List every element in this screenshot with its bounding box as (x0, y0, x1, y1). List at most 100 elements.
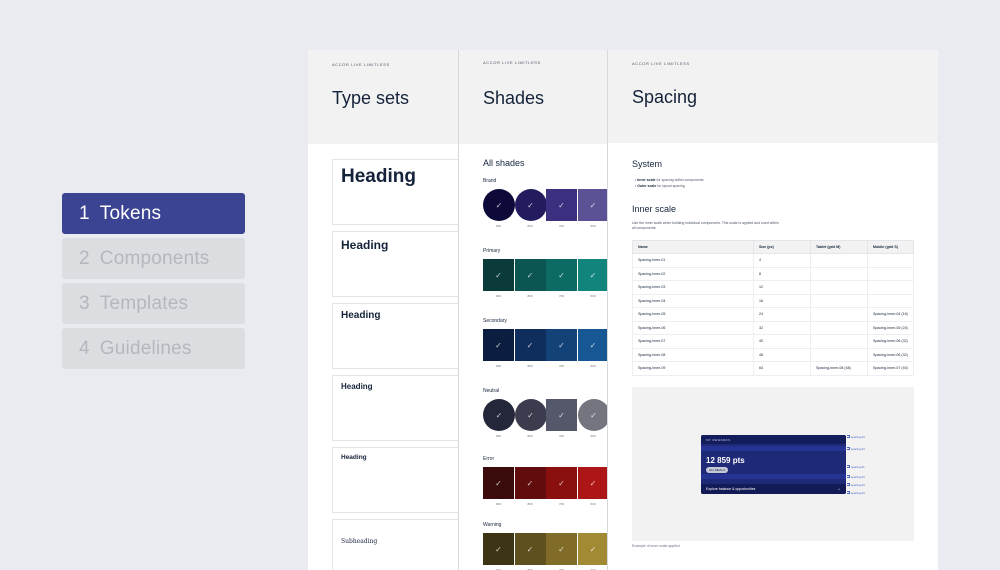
check-icon: ✓ (558, 270, 565, 280)
brand-label: ACCOR LIVE LIMITLESS (483, 60, 541, 65)
color-swatch[interactable]: ✓ (577, 467, 608, 499)
color-swatch[interactable]: ✓ (577, 189, 608, 221)
check-icon: ✓ (526, 340, 534, 350)
swatch-code: 700 (558, 502, 564, 506)
shade-group-label: Error (483, 456, 495, 462)
color-swatch[interactable]: ✓ (577, 259, 608, 291)
type-sample-text: Heading (341, 310, 381, 321)
brand-label: ACCOR LIVE LIMITLESS (332, 62, 390, 67)
check-icon: ✓ (526, 478, 534, 488)
column-header: Size (px) (753, 240, 811, 254)
swatch-code: 900 (495, 224, 501, 228)
nav-item-number: 3 (79, 292, 90, 314)
table-cell: Spacing-inner-05 (632, 307, 754, 322)
color-swatch[interactable]: ✓ (483, 329, 514, 361)
color-swatch[interactable]: ✓ (514, 259, 546, 291)
check-icon: ✓ (495, 270, 502, 280)
shade-group-label: Warning (483, 522, 502, 528)
color-swatch[interactable]: ✓ (483, 189, 515, 221)
table-cell: 12 (753, 280, 811, 295)
inner-scale-description: Use the inner scale when building indivi… (632, 221, 779, 230)
check-icon: ✓ (589, 270, 597, 280)
check-icon: ✓ (558, 478, 565, 488)
annotation-label: spacing-03 (851, 475, 865, 479)
annotation-label: spacing-04 (851, 435, 865, 439)
card-label: MY REWARDS (706, 438, 731, 442)
table-cell: 4 (753, 253, 811, 268)
type-sets-panel: ACCOR LIVE LIMITLESS Type sets Heading He… (308, 50, 458, 570)
color-swatch[interactable]: ✓ (514, 467, 546, 499)
table-row: Spacing-inner-08 48 Spacing-inner-06 (32) (632, 347, 914, 362)
table-cell: Spacing-inner-07 (632, 334, 754, 349)
color-swatch[interactable]: ✓ (483, 259, 514, 291)
bullet-item: • Outer scale for layout spacing (635, 183, 685, 188)
color-swatch[interactable]: ✓ (546, 533, 577, 565)
annotation-label: spacing-04 (851, 491, 865, 495)
color-swatch[interactable]: ✓ (483, 467, 514, 499)
column-header: Name (632, 240, 754, 254)
status-badge: ALL MEALS (706, 467, 729, 473)
annotation-label: spacing-01 (851, 465, 865, 469)
check-icon: ✓ (527, 200, 534, 210)
swatch-code: 900 (495, 294, 501, 298)
color-swatch[interactable]: ✓ (546, 399, 577, 431)
table-cell: Spacing-inner-02 (632, 266, 754, 281)
nav-item-tokens[interactable]: 1 Tokens (62, 193, 245, 234)
swatch-code: 800 (527, 224, 533, 228)
check-icon: ✓ (589, 200, 597, 210)
color-swatch[interactable]: ✓ (577, 329, 608, 361)
table-cell (867, 293, 914, 308)
nav-item-templates[interactable]: 3 Templates (62, 283, 245, 324)
table-cell: 24 (753, 307, 811, 322)
swatch-row: ✓ ✓ ✓ ✓ (483, 533, 608, 565)
rewards-card: MY REWARDS 12 859 pts ALL MEALS Explore … (701, 435, 846, 494)
color-swatch[interactable]: ✓ (514, 399, 547, 431)
color-swatch[interactable]: ✓ (577, 399, 608, 431)
check-icon: ✓ (558, 340, 565, 350)
swatch-code: 800 (527, 434, 533, 438)
table-cell: Spacing-inner-01 (632, 253, 754, 268)
spacing-highlight (701, 474, 846, 479)
annotation-bracket (847, 475, 850, 478)
annotation-bracket (847, 435, 850, 438)
color-swatch[interactable]: ✓ (514, 533, 546, 565)
check-icon: ✓ (495, 200, 503, 210)
nav-item-label: Components (99, 247, 210, 269)
color-swatch[interactable]: ✓ (546, 259, 577, 291)
nav-item-number: 1 (79, 202, 90, 224)
color-swatch[interactable]: ✓ (546, 189, 577, 221)
type-sample-card: Heading (332, 159, 458, 225)
color-swatch[interactable]: ✓ (546, 329, 577, 361)
swatch-row: ✓ ✓ ✓ ✓ (483, 399, 608, 431)
check-icon: ✓ (558, 410, 565, 420)
color-swatch[interactable]: ✓ (546, 467, 577, 499)
swatch-code: 600 (590, 224, 596, 228)
color-swatch[interactable]: ✓ (483, 399, 515, 431)
color-swatch[interactable]: ✓ (514, 329, 546, 361)
table-row: Spacing-inner-01 4 (632, 253, 914, 268)
table-cell: 64 (753, 361, 811, 376)
table-cell (810, 280, 868, 295)
color-swatch[interactable]: ✓ (577, 533, 608, 565)
swatch-row: ✓ ✓ ✓ ✓ (483, 259, 608, 291)
example-caption: Example of inner scale applied (632, 544, 680, 548)
color-swatch[interactable]: ✓ (483, 533, 514, 565)
table-cell (810, 307, 868, 322)
check-icon: ✓ (495, 410, 503, 420)
table-row: Spacing-inner-06 32 Spacing-inner-05 (24) (632, 320, 914, 335)
color-swatch[interactable]: ✓ (514, 189, 547, 221)
explore-link[interactable]: Explore balance & opportunities (706, 487, 755, 491)
table-row: Spacing-inner-05 24 Spacing-inner-04 (16) (632, 307, 914, 322)
nav-item-guidelines[interactable]: 4 Guidelines (62, 328, 245, 369)
type-sample-card: Heading (332, 375, 458, 441)
spacing-table: Name Size (px) Tablet (grid M) Mobile (g… (632, 240, 914, 376)
example-area: MY REWARDS 12 859 pts ALL MEALS Explore … (632, 387, 914, 541)
nav-item-components[interactable]: 2 Components (62, 238, 245, 279)
table-cell (810, 347, 868, 362)
page-title: Type sets (332, 88, 410, 108)
swatch-codes: 900 800 700 600 (483, 224, 608, 230)
swatch-code: 600 (590, 364, 596, 368)
system-bullets: • Inner scale for spacing within compone… (635, 178, 704, 189)
check-icon: ✓ (590, 410, 597, 420)
swatch-codes: 900 800 700 600 (483, 364, 608, 370)
